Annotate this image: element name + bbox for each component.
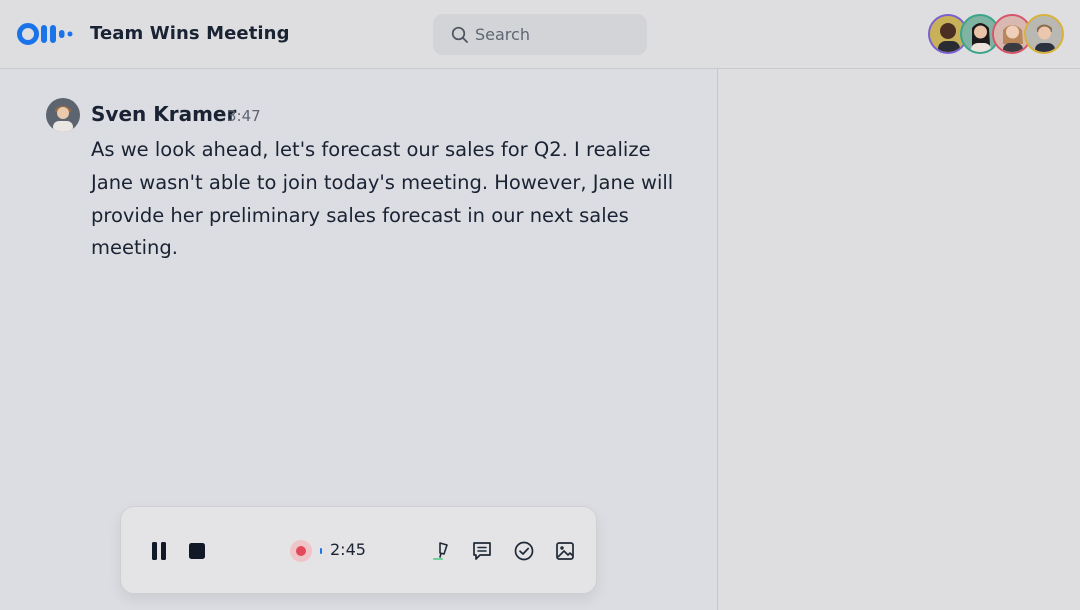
search-placeholder: Search	[475, 25, 530, 44]
speaker-avatar[interactable]	[46, 98, 80, 132]
stop-icon[interactable]	[188, 542, 206, 560]
check-circle-icon[interactable]	[513, 540, 535, 562]
search-icon	[451, 26, 468, 43]
audio-level-icon	[320, 548, 322, 554]
speaker-name[interactable]: Sven Kramer	[91, 101, 236, 127]
top-bar: Team Wins Meeting Search	[0, 0, 1080, 69]
search-bar[interactable]: Search	[433, 14, 647, 55]
comment-icon[interactable]	[471, 540, 493, 562]
message-timestamp[interactable]: 3:47	[227, 106, 261, 126]
elapsed-time: 2:45	[330, 540, 366, 559]
meeting-title: Team Wins Meeting	[90, 23, 290, 44]
recording-indicator	[290, 540, 312, 562]
side-panel	[717, 69, 1080, 610]
recording-controls: 2:45	[120, 506, 597, 594]
pause-icon[interactable]	[150, 541, 170, 561]
otter-logo[interactable]	[17, 22, 75, 46]
message-text: As we look ahead, let's forecast our sal…	[91, 138, 674, 260]
highlight-icon[interactable]	[432, 540, 454, 562]
participant-avatar[interactable]	[1024, 14, 1064, 54]
image-icon[interactable]	[554, 540, 576, 562]
